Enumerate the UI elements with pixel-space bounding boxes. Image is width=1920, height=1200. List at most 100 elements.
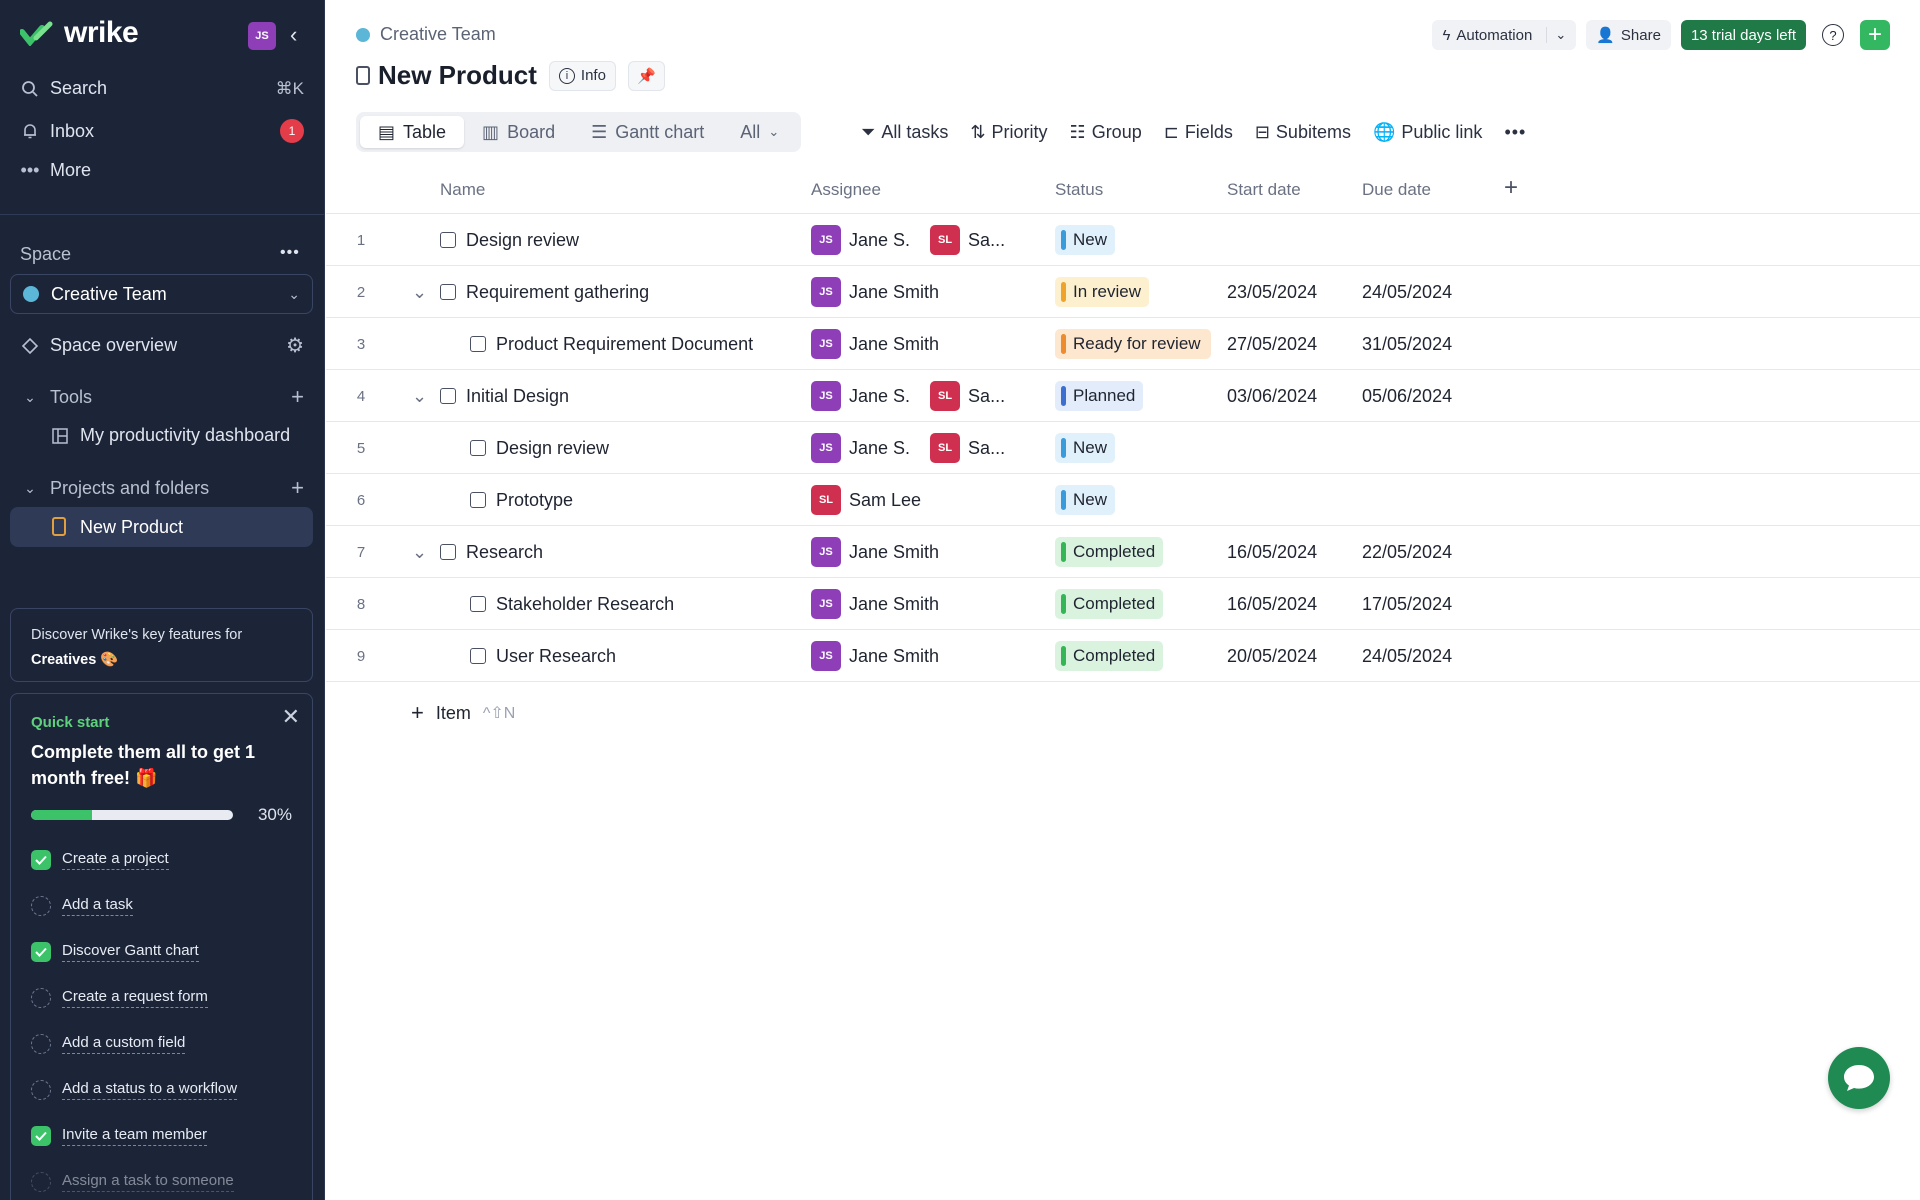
quick-start-item[interactable]: Discover Gantt chart xyxy=(31,929,292,975)
start-date-cell[interactable]: 20/05/2024 xyxy=(1227,630,1317,682)
public-link-button[interactable]: 🌐 Public link xyxy=(1373,122,1482,143)
table-row[interactable]: 4 ⌄ Initial Design JS Jane S. SL Sa... Planned 0… xyxy=(326,370,1920,422)
dashboard-nav[interactable]: My productivity dashboard xyxy=(50,425,304,446)
info-button[interactable]: i Info xyxy=(548,60,616,91)
expand-chevron-icon[interactable]: ⌄ xyxy=(412,526,427,578)
table-row[interactable]: 5 Design review JS Jane S. SL Sa... New xyxy=(326,422,1920,474)
quick-start-item[interactable]: Create a request form xyxy=(31,975,292,1021)
task-name-cell[interactable]: Stakeholder Research xyxy=(470,578,674,630)
trial-badge[interactable]: 13 trial days left xyxy=(1680,20,1806,50)
space-selector[interactable]: Creative Team ⌄ xyxy=(10,274,313,314)
quick-start-item[interactable]: Add a custom field xyxy=(31,1021,292,1067)
assignee-cell[interactable]: JS Jane S. SL Sa... xyxy=(811,422,1017,474)
due-date-cell[interactable]: 17/05/2024 xyxy=(1362,578,1452,630)
table-row[interactable]: 8 Stakeholder Research JS Jane Smith Complet… xyxy=(326,578,1920,630)
table-row[interactable]: 1 Design review JS Jane S. SL Sa... New xyxy=(326,214,1920,266)
search-nav[interactable]: Search ⌘K xyxy=(20,78,304,99)
filter-all-tasks[interactable]: ⏷ All tasks xyxy=(861,122,948,143)
add-tool-icon[interactable]: + xyxy=(291,384,304,410)
task-name-cell[interactable]: Product Requirement Document xyxy=(470,318,753,370)
table-row[interactable]: 2 ⌄ Requirement gathering JS Jane Smith In re… xyxy=(326,266,1920,318)
assignee-cell[interactable]: JS Jane Smith xyxy=(811,630,951,682)
task-name-cell[interactable]: Requirement gathering xyxy=(440,266,649,318)
space-options-icon[interactable]: ••• xyxy=(280,244,300,262)
projects-section[interactable]: ⌄ Projects and folders + xyxy=(20,475,304,501)
task-name-cell[interactable]: User Research xyxy=(470,630,616,682)
task-name-cell[interactable]: Design review xyxy=(440,214,579,266)
quick-start-item[interactable]: Add a task xyxy=(31,883,292,929)
project-nav-item[interactable]: New Product xyxy=(10,507,313,547)
tab-board[interactable]: ▥ Board xyxy=(464,116,573,148)
status-cell[interactable]: Completed xyxy=(1055,630,1164,682)
start-date-cell[interactable]: 16/05/2024 xyxy=(1227,526,1317,578)
status-cell[interactable]: Completed xyxy=(1055,578,1164,630)
chat-button[interactable] xyxy=(1828,1047,1890,1109)
col-start-date[interactable]: Start date xyxy=(1227,180,1301,200)
start-date-cell[interactable]: 23/05/2024 xyxy=(1227,266,1317,318)
table-row[interactable]: 7 ⌄ Research JS Jane Smith Completed 16/05/202… xyxy=(326,526,1920,578)
quick-start-item[interactable]: Assign a task to someone xyxy=(31,1159,292,1200)
more-options-icon[interactable]: ••• xyxy=(1504,122,1526,143)
assignee-cell[interactable]: JS Jane Smith xyxy=(811,526,951,578)
col-due-date[interactable]: Due date xyxy=(1362,180,1431,200)
tab-table[interactable]: ▤ Table xyxy=(360,116,465,148)
task-name-cell[interactable]: Initial Design xyxy=(440,370,569,422)
quick-start-item[interactable]: Create a project xyxy=(31,837,292,883)
add-column-icon[interactable]: + xyxy=(1504,174,1518,202)
start-date-cell[interactable]: 27/05/2024 xyxy=(1227,318,1317,370)
quick-start-item[interactable]: Invite a team member xyxy=(31,1113,292,1159)
add-item-button[interactable]: + Item ^⇧N xyxy=(411,700,515,726)
task-name-cell[interactable]: Prototype xyxy=(470,474,573,526)
col-assignee[interactable]: Assignee xyxy=(811,180,881,200)
wrike-logo[interactable]: wrike xyxy=(20,16,139,50)
gear-icon[interactable]: ⚙ xyxy=(286,333,304,358)
assignee-cell[interactable]: JS Jane S. SL Sa... xyxy=(811,370,1017,422)
status-cell[interactable]: New xyxy=(1055,422,1116,474)
automation-button[interactable]: ϟ Automation ⌄ xyxy=(1432,20,1577,50)
due-date-cell[interactable]: 22/05/2024 xyxy=(1362,526,1452,578)
col-name[interactable]: Name xyxy=(440,180,485,200)
assignee-cell[interactable]: JS Jane Smith xyxy=(811,578,951,630)
pin-button[interactable]: 📌 xyxy=(627,60,665,91)
chevron-down-icon[interactable]: ⌄ xyxy=(1546,27,1566,43)
assignee-cell[interactable]: JS Jane Smith xyxy=(811,318,951,370)
assignee-cell[interactable]: JS Jane Smith xyxy=(811,266,951,318)
table-row[interactable]: 3 Product Requirement Document JS Jane Smit… xyxy=(326,318,1920,370)
breadcrumb[interactable]: Creative Team xyxy=(356,24,496,45)
quick-start-item[interactable]: Add a status to a workflow xyxy=(31,1067,292,1113)
discover-features-card[interactable]: Discover Wrike's key features for Creati… xyxy=(10,608,313,682)
status-cell[interactable]: Planned xyxy=(1055,370,1144,422)
collapse-sidebar-icon[interactable]: ‹ xyxy=(290,22,297,48)
assignee-cell[interactable]: JS Jane S. SL Sa... xyxy=(811,214,1017,266)
start-date-cell[interactable]: 16/05/2024 xyxy=(1227,578,1317,630)
status-cell[interactable]: New xyxy=(1055,474,1116,526)
user-avatar[interactable]: JS xyxy=(248,22,276,50)
col-status[interactable]: Status xyxy=(1055,180,1103,200)
fields-button[interactable]: ⊏ Fields xyxy=(1164,122,1233,143)
group-button[interactable]: ☷ Group xyxy=(1070,122,1142,143)
help-icon[interactable]: ? xyxy=(1822,24,1844,46)
inbox-nav[interactable]: Inbox 1 xyxy=(20,119,304,143)
due-date-cell[interactable]: 31/05/2024 xyxy=(1362,318,1452,370)
task-name-cell[interactable]: Research xyxy=(440,526,543,578)
close-icon[interactable]: ✕ xyxy=(282,704,300,730)
share-button[interactable]: 👤 Share xyxy=(1586,20,1671,50)
space-overview-nav[interactable]: Space overview ⚙ xyxy=(20,333,304,358)
subitems-button[interactable]: ⊟ Subitems xyxy=(1255,122,1351,143)
expand-chevron-icon[interactable]: ⌄ xyxy=(412,370,427,422)
table-row[interactable]: 9 User Research JS Jane Smith Completed 20/05… xyxy=(326,630,1920,682)
due-date-cell[interactable]: 05/06/2024 xyxy=(1362,370,1452,422)
expand-chevron-icon[interactable]: ⌄ xyxy=(412,266,427,318)
tab-gantt[interactable]: ☰ Gantt chart xyxy=(573,116,722,148)
tools-section[interactable]: ⌄ Tools + xyxy=(20,384,304,410)
status-cell[interactable]: Completed xyxy=(1055,526,1164,578)
tab-all-dropdown[interactable]: All ⌄ xyxy=(722,116,797,148)
status-cell[interactable]: In review xyxy=(1055,266,1150,318)
create-plus-button[interactable]: + xyxy=(1860,20,1890,50)
due-date-cell[interactable]: 24/05/2024 xyxy=(1362,266,1452,318)
status-cell[interactable]: Ready for review xyxy=(1055,318,1211,370)
task-name-cell[interactable]: Design review xyxy=(470,422,609,474)
page-title[interactable]: New Product xyxy=(378,60,537,91)
table-row[interactable]: 6 Prototype SL Sam Lee New xyxy=(326,474,1920,526)
start-date-cell[interactable]: 03/06/2024 xyxy=(1227,370,1317,422)
